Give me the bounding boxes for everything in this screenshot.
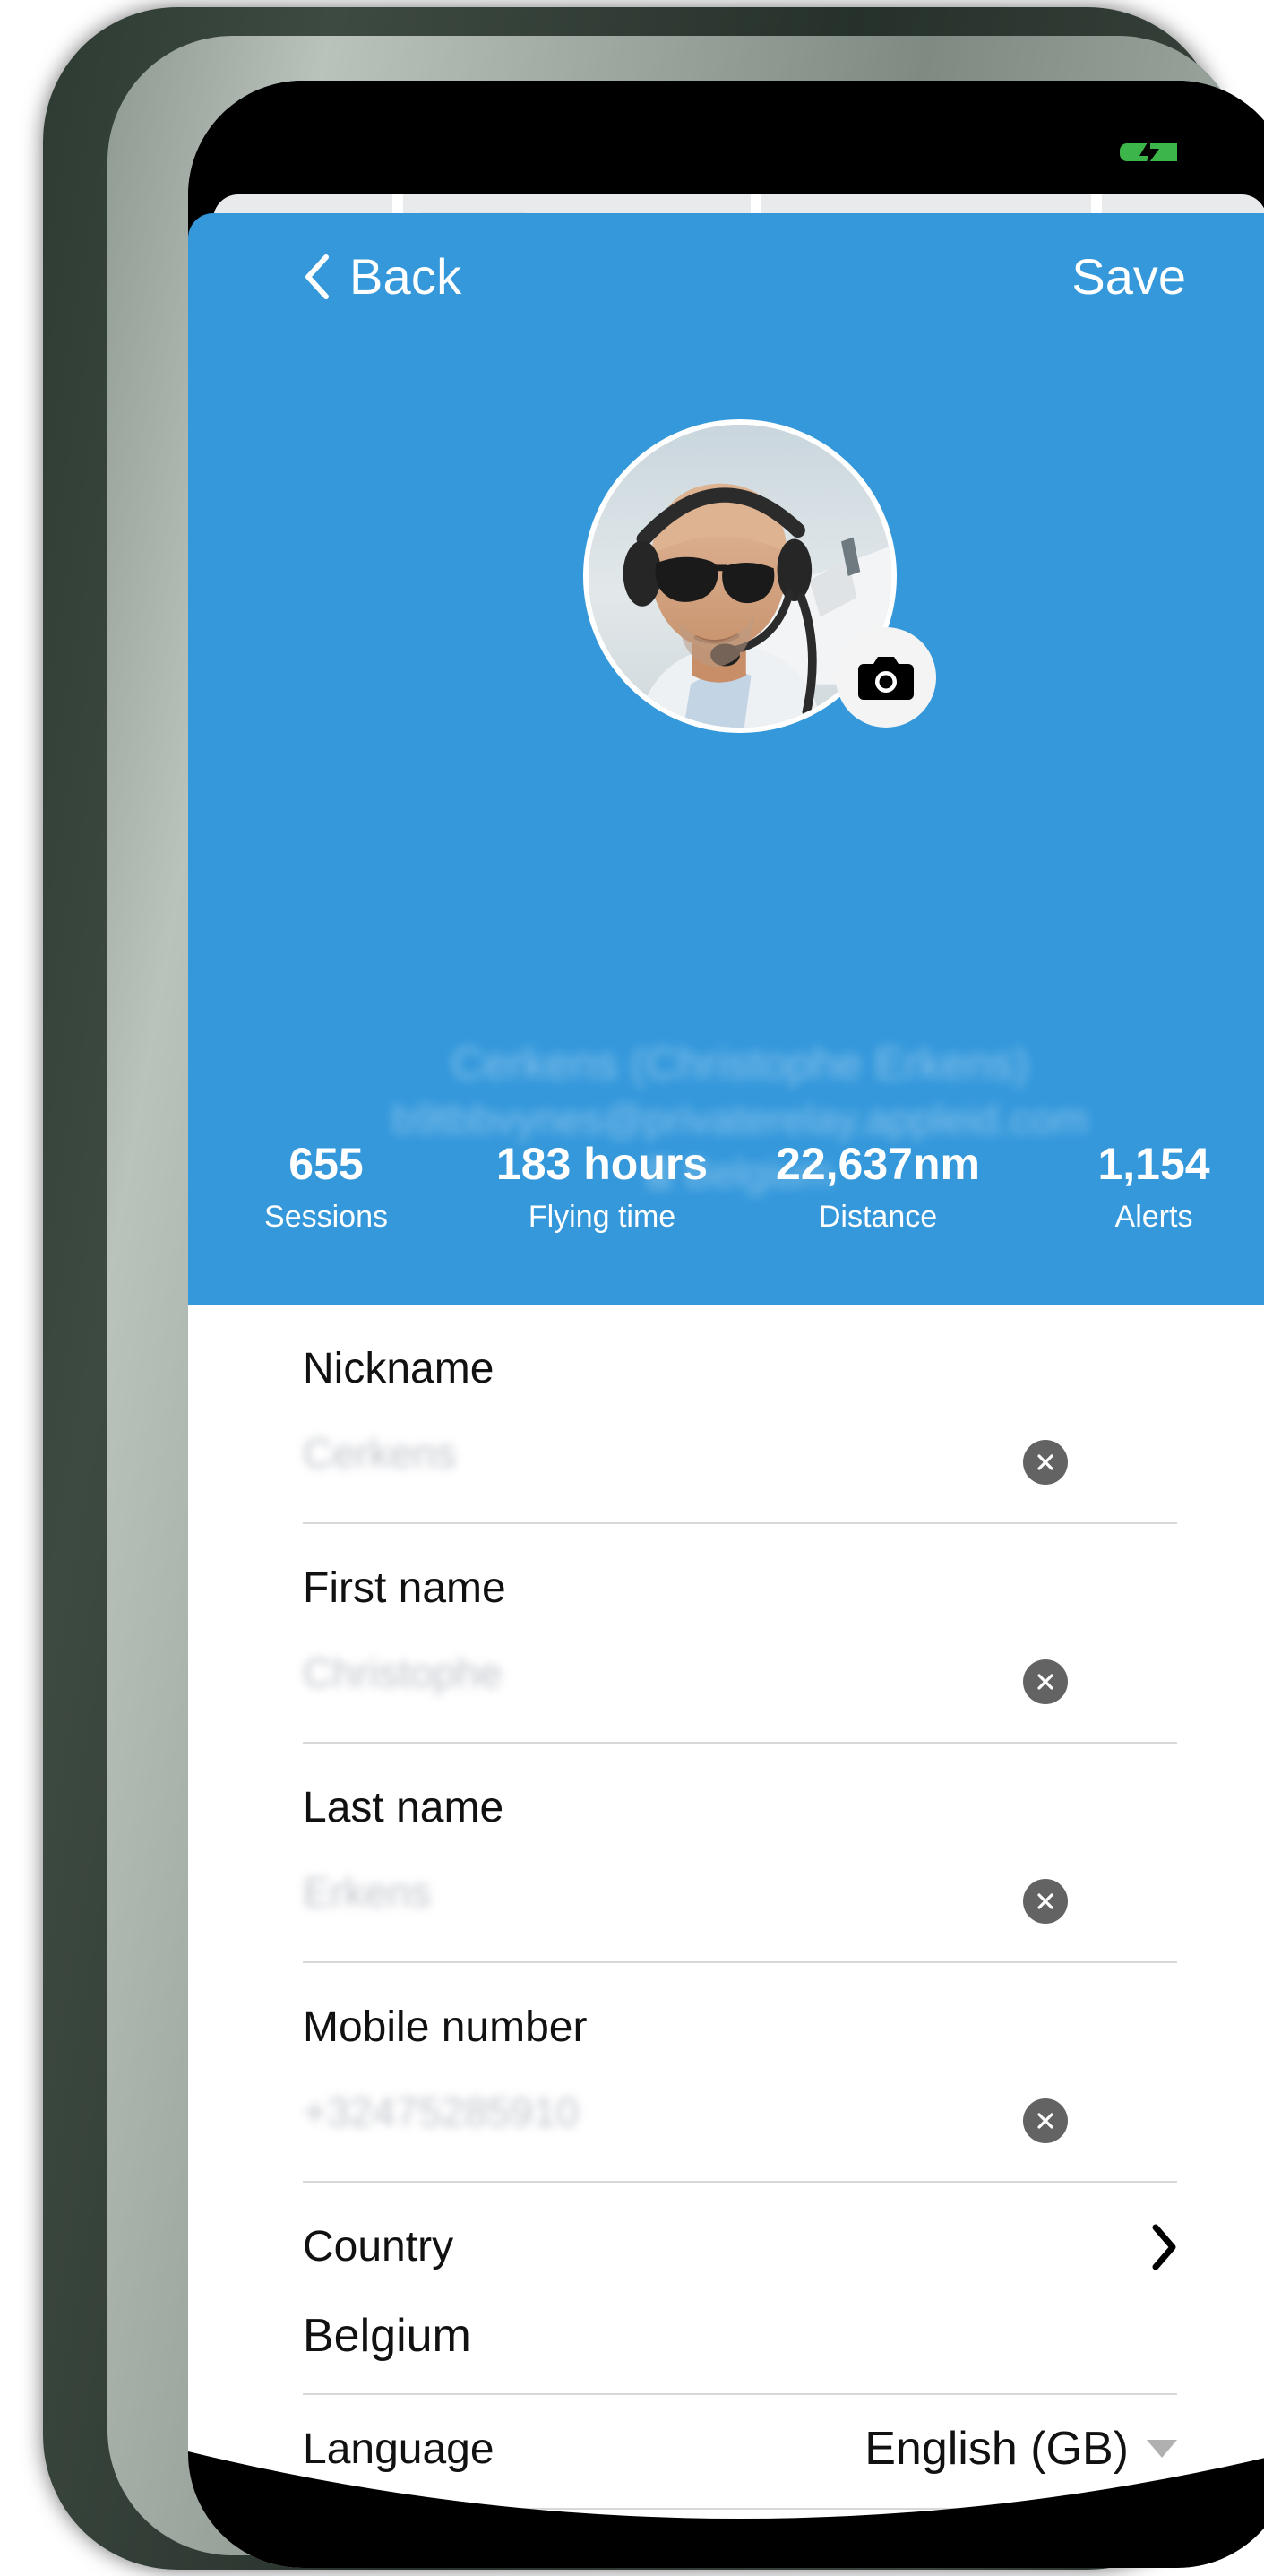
phone-device-frame: Back Save Cerkens (Christophe Erkens) b9…: [43, 7, 1264, 2570]
stat-distance: 22,637nm Distance: [740, 1140, 1016, 1235]
stat-label: Alerts: [1114, 1200, 1193, 1234]
language-select[interactable]: English (GB): [864, 2422, 1177, 2476]
public-profile-text: Public Profile Everyonecan view your nic…: [407, 2540, 1014, 2568]
stat-value: 183 hours: [495, 1139, 709, 1189]
camera-icon: [858, 657, 914, 700]
nav-bar: Back Save: [188, 213, 1264, 348]
first-name-input-value[interactable]: Christophe: [303, 1649, 502, 1697]
last-name-input-value[interactable]: Erkens: [303, 1868, 431, 1917]
stat-label: Distance: [818, 1200, 938, 1234]
public-profile-title: Public Profile: [407, 2544, 1014, 2568]
stat-value: 655: [288, 1139, 364, 1189]
country-label: Country: [303, 2223, 454, 2270]
field-input-row[interactable]: +32475285910: [303, 2088, 1177, 2154]
stats-row: 655 Sessions 183 hours Flying time 22,63…: [188, 1140, 1264, 1235]
clear-circle-icon[interactable]: [1023, 1659, 1068, 1704]
field-label: First name: [303, 1564, 506, 1612]
clear-circle-icon[interactable]: [1023, 1879, 1068, 1924]
save-button[interactable]: Save: [1071, 247, 1186, 306]
stat-value: 1,154: [1097, 1139, 1210, 1189]
identity-name: Cerkens (Christophe Erkens): [451, 1038, 1029, 1089]
field-nickname: Nickname Cerkens: [188, 1305, 1264, 1495]
language-value: English (GB): [864, 2423, 1129, 2475]
phone-bezel: Back Save Cerkens (Christophe Erkens) b9…: [107, 36, 1264, 2568]
stat-label: Flying time: [528, 1200, 676, 1234]
stat-value: 22,637nm: [776, 1139, 980, 1189]
chevron-left-icon: [305, 254, 329, 299]
profile-form: Nickname Cerkens First name Christophe L…: [188, 1305, 1264, 2568]
back-button[interactable]: Back: [303, 247, 461, 306]
phone-screen: Back Save Cerkens (Christophe Erkens) b9…: [188, 81, 1264, 2568]
language-row[interactable]: Language English (GB): [188, 2395, 1264, 2503]
field-label: Nickname: [303, 1345, 494, 1392]
field-label: Mobile number: [303, 2003, 588, 2051]
country-value: Belgium: [303, 2310, 471, 2362]
field-mobile-number: Mobile number +32475285910: [188, 1963, 1264, 2154]
profile-header-panel: Back Save Cerkens (Christophe Erkens) b9…: [188, 213, 1264, 1305]
avatar-wrapper: [583, 419, 936, 733]
field-first-name: First name Christophe: [188, 1524, 1264, 1715]
country-label-line: Country: [303, 2183, 1177, 2271]
chevron-right-icon[interactable]: [1150, 2224, 1177, 2270]
identity-email: b9tbbvynes@privaterelay.appleid.com: [391, 1096, 1088, 1142]
mobile-number-input-value[interactable]: +32475285910: [303, 2088, 579, 2136]
nickname-input-value[interactable]: Cerkens: [303, 1429, 456, 1478]
field-label: Last name: [303, 1784, 504, 1831]
field-input-row[interactable]: Erkens: [303, 1868, 1177, 1934]
public-profile-row[interactable]: Public Profile Everyonecan view your nic…: [188, 2510, 1264, 2568]
country-row[interactable]: Country Belgium: [188, 2183, 1264, 2363]
language-label: Language: [303, 2425, 494, 2473]
back-label: Back: [349, 248, 462, 305]
field-input-row[interactable]: Cerkens: [303, 1429, 1177, 1495]
caret-down-icon[interactable]: [1147, 2440, 1177, 2458]
stat-label: Sessions: [264, 1200, 388, 1234]
field-input-row[interactable]: Christophe: [303, 1649, 1177, 1715]
field-last-name: Last name Erkens: [188, 1744, 1264, 1934]
change-photo-button[interactable]: [836, 627, 936, 728]
stat-sessions: 655 Sessions: [188, 1140, 464, 1235]
stat-alerts: 1,154 Alerts: [1016, 1140, 1264, 1235]
battery-charging-icon: [1120, 138, 1177, 168]
clear-circle-icon[interactable]: [1023, 1440, 1068, 1485]
stat-flying-time: 183 hours Flying time: [464, 1140, 740, 1235]
clear-circle-icon[interactable]: [1023, 2098, 1068, 2143]
